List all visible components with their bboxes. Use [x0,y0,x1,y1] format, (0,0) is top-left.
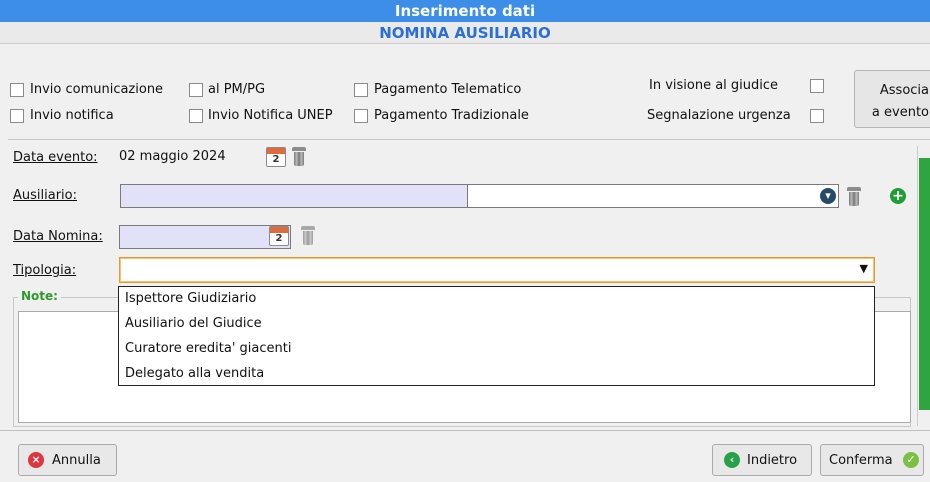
calendar-day: 2 [275,233,283,244]
segnalazione-urgenza-label: Segnalazione urgenza [647,108,791,123]
tipologia-option[interactable]: Curatore eredita' giacenti [125,341,291,356]
conferma-label: Conferma [829,453,893,468]
tipologia-option[interactable]: Delegato alla vendita [125,366,264,381]
pagamento-telematico-label: Pagamento Telematico [374,82,522,97]
title-bar: Inserimento dati NOMINA AUSILIARIO [0,0,930,44]
segnalazione-urgenza-checkbox[interactable] [810,109,824,123]
confirm-icon: ✓ [903,452,919,468]
associa-line1: Associa [879,83,929,98]
invio-notifica-unep-checkbox[interactable] [189,109,203,123]
chevron-down-icon[interactable]: ▼ [860,262,868,275]
al-pm-pg-checkbox[interactable] [189,83,203,97]
annulla-label: Annulla [52,453,101,468]
invio-notifica-unep-label: Invio Notifica UNEP [208,108,333,123]
indietro-label: Indietro [747,453,798,468]
page-subtitle: NOMINA AUSILIARIO [0,22,930,44]
ausiliario-code-field[interactable] [120,184,468,208]
tipologia-option[interactable]: Ausiliario del Giudice [125,316,262,331]
al-pm-pg-label: al PM/PG [208,82,266,97]
invio-notifica-checkbox[interactable] [10,109,24,123]
note-label: Note: [18,289,61,303]
invio-comunicazione-checkbox[interactable] [10,83,24,97]
pagamento-tradizionale-checkbox[interactable] [354,109,368,123]
associa-line2: a evento [871,105,929,120]
calendar-day: 2 [272,154,280,165]
tipologia-select[interactable]: ▼ [119,257,875,283]
tipologia-option[interactable]: Ispettore Giudiziario [125,291,256,306]
data-evento-label: Data evento: [13,150,98,165]
add-icon[interactable]: + [890,188,906,204]
tipologia-label: Tipologia: [13,263,77,278]
data-nomina-field[interactable] [119,225,291,249]
scrollbar-thumb[interactable] [919,158,930,410]
conferma-button[interactable]: Conferma ✓ [820,444,924,476]
calendar-icon[interactable]: 2 [266,147,286,167]
associa-evento-button[interactable]: Associa a evento [854,70,930,128]
calendar-icon[interactable]: 2 [269,226,289,246]
data-evento-field[interactable]: 02 maggio 2024 [117,146,259,168]
cancel-icon: × [28,452,44,468]
tipologia-dropdown-list: Ispettore Giudiziario Ausiliario del Giu… [118,286,875,386]
invio-comunicazione-label: Invio comunicazione [30,82,164,97]
back-icon: ‹ [724,452,740,468]
data-evento-value: 02 maggio 2024 [119,149,226,164]
indietro-button[interactable]: ‹ Indietro [712,444,812,476]
trash-icon[interactable] [847,187,861,206]
in-visione-checkbox[interactable] [810,79,824,93]
trash-icon[interactable] [301,226,315,245]
pagamento-telematico-checkbox[interactable] [354,83,368,97]
in-visione-label: In visione al giudice [649,78,779,93]
ausiliario-label: Ausiliario: [13,188,77,203]
window-title: Inserimento dati [0,0,930,22]
data-nomina-label: Data Nomina: [13,229,103,244]
scrollbar[interactable] [917,146,930,426]
annulla-button[interactable]: × Annulla [18,444,117,476]
trash-icon[interactable] [292,147,306,166]
dropdown-circle-icon[interactable]: ▾ [820,188,836,204]
pagamento-tradizionale-label: Pagamento Tradizionale [374,108,529,123]
invio-notifica-label: Invio notifica [30,108,114,123]
ausiliario-name-field[interactable] [467,184,839,208]
